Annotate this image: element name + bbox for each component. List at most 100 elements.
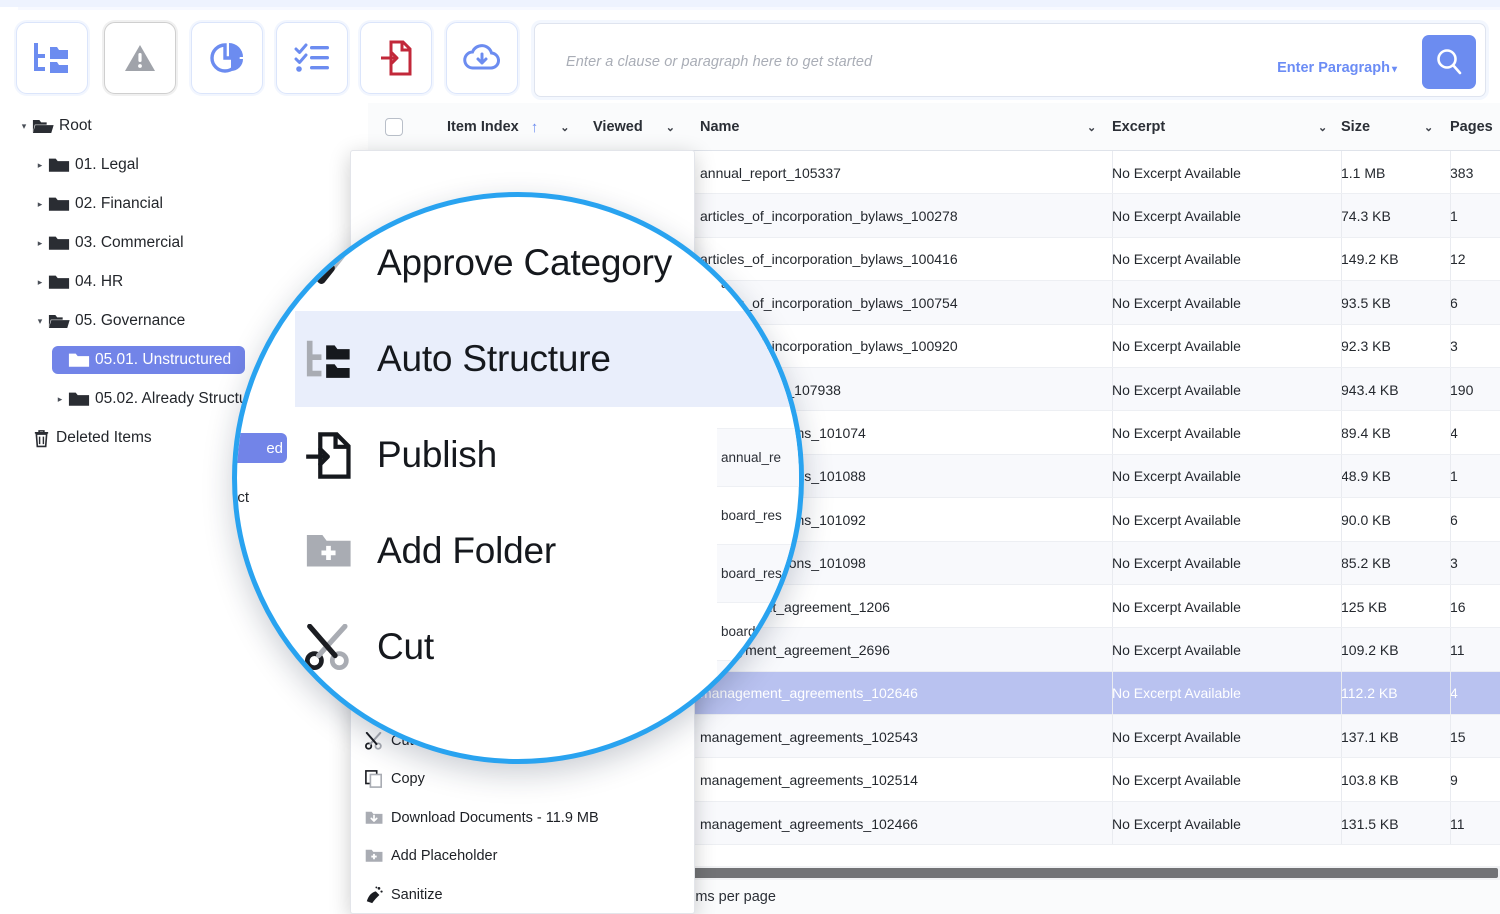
- cell-name: annual_report_105337: [700, 151, 841, 194]
- sidebar-item-root[interactable]: ▾ Root: [16, 112, 92, 140]
- cell-size: 109.2 KB: [1341, 628, 1399, 671]
- magnified-table-row-partial: employmen: [717, 719, 804, 764]
- toolbar-publish-button[interactable]: [360, 22, 432, 94]
- publish-icon: [380, 40, 412, 76]
- context-menu-item-copy[interactable]: Copy: [351, 760, 694, 799]
- column-label: Size: [1341, 119, 1370, 135]
- magnified-menu-item-cut[interactable]: Cut: [295, 599, 804, 695]
- cell-excerpt: No Excerpt Available: [1112, 802, 1241, 845]
- magnified-menu-item-assign-category[interactable]: Assign Category: [295, 197, 804, 215]
- search-input[interactable]: Enter a clause or paragraph here to get …: [566, 54, 872, 70]
- sidebar-item-03-commercial[interactable]: ▸03. Commercial: [32, 229, 184, 257]
- column-header-name[interactable]: Name: [700, 103, 740, 151]
- column-header-size[interactable]: Size: [1341, 103, 1370, 151]
- cell-size: 125 KB: [1341, 585, 1387, 628]
- folder-icon: [48, 234, 70, 252]
- context-menu-item-label: Download Documents - 11.9 MB: [391, 810, 599, 826]
- column-header-excerpt[interactable]: Excerpt: [1112, 103, 1165, 151]
- magnified-menu-item-label: Cut: [377, 626, 434, 668]
- sidebar-item-04-hr[interactable]: ▸ 04. HR: [32, 268, 123, 296]
- search-submit-button[interactable]: [1422, 35, 1476, 89]
- chevron-right-icon[interactable]: ▸: [32, 161, 48, 170]
- folder-white-icon: [68, 351, 90, 369]
- sidebar-item-label: 04. HR: [75, 273, 123, 291]
- chevron-right-icon[interactable]: ▸: [32, 239, 48, 248]
- column-header-item-index[interactable]: Item Index ↑ ⌄: [447, 103, 569, 151]
- column-label: Excerpt: [1112, 119, 1165, 135]
- check-icon: [305, 240, 377, 287]
- folder-icon: [68, 390, 90, 408]
- context-menu-item-download-documents-11-9-mb[interactable]: Download Documents - 11.9 MB: [351, 799, 694, 838]
- publish-icon: [305, 432, 377, 479]
- column-header-excerpt-caret[interactable]: ⌄: [1318, 103, 1327, 151]
- cell-pages: 1: [1450, 194, 1458, 237]
- cell-size: 1.1 MB: [1341, 151, 1385, 194]
- chevron-down-icon[interactable]: ▾: [16, 122, 32, 131]
- magnifier-content: ed uct articles_articles_articles_articl…: [237, 197, 804, 764]
- select-all-checkbox[interactable]: [385, 118, 403, 136]
- chevron-down-icon[interactable]: ⌄: [1087, 121, 1096, 134]
- magnified-menu-item-label: Publish: [377, 434, 497, 476]
- chevron-down-icon[interactable]: ⌄: [1318, 121, 1327, 134]
- chevron-down-icon[interactable]: ⌄: [560, 121, 569, 134]
- toolbar-download-button[interactable]: [446, 22, 518, 94]
- cell-pages: 6: [1450, 281, 1458, 324]
- search-bar[interactable]: Enter a clause or paragraph here to get …: [534, 23, 1486, 97]
- chevron-down-icon[interactable]: ⌄: [1424, 121, 1433, 134]
- cell-pages: 15: [1450, 715, 1466, 758]
- cell-excerpt: No Excerpt Available: [1112, 281, 1241, 324]
- column-header-viewed[interactable]: Viewed ⌄: [593, 103, 675, 151]
- toolbar-auto-structure-button[interactable]: [16, 22, 88, 94]
- chevron-down-icon[interactable]: ▾: [32, 317, 48, 326]
- context-menu-item-sanitize[interactable]: Sanitize: [351, 876, 694, 914]
- sanitize-icon: [365, 886, 391, 904]
- toolbar-warning-button[interactable]: [104, 22, 176, 94]
- column-label: Name: [700, 119, 740, 135]
- pie-chart-icon: [209, 41, 245, 75]
- chevron-right-icon[interactable]: ▸: [52, 395, 68, 404]
- magnified-menu-item-add-folder[interactable]: Add Folder: [295, 503, 804, 599]
- magnified-tree-item-partial: uct: [237, 489, 249, 506]
- magnified-tree-selected-item: ed: [237, 433, 287, 463]
- cell-size: 90.0 KB: [1341, 498, 1391, 541]
- folder-plus-icon: [305, 528, 377, 575]
- magnifier-lens: ed uct articles_articles_articles_articl…: [232, 192, 804, 764]
- magnified-menu-item-approve-category[interactable]: Approve Category: [295, 215, 804, 311]
- column-header-size-caret[interactable]: ⌄: [1424, 103, 1433, 151]
- search-mode-dropdown[interactable]: Enter Paragraph▾: [1277, 60, 1397, 76]
- magnified-menu-item-auto-structure[interactable]: Auto Structure: [295, 311, 804, 407]
- cell-size: 943.4 KB: [1341, 368, 1399, 411]
- sidebar-item-label: Root: [59, 117, 92, 135]
- folder-icon: [48, 273, 70, 291]
- cell-excerpt: No Excerpt Available: [1112, 194, 1241, 237]
- search-icon: [1434, 47, 1464, 77]
- toolbar-analytics-button[interactable]: [191, 22, 263, 94]
- sidebar-item-05-governance[interactable]: ▾05. Governance: [32, 307, 185, 335]
- cell-size: 93.5 KB: [1341, 281, 1391, 324]
- context-menu-item-add-placeholder[interactable]: Add Placeholder: [351, 837, 694, 876]
- sidebar-item-05-01-unstructured[interactable]: 05.01. Unstructured: [52, 346, 245, 374]
- cell-excerpt: No Excerpt Available: [1112, 628, 1241, 671]
- sidebar-item-deleted-items[interactable]: Deleted Items: [16, 424, 152, 452]
- cell-size: 89.4 KB: [1341, 411, 1391, 454]
- sidebar-item-label: 05.01. Unstructured: [95, 351, 231, 369]
- checklist-icon: [294, 43, 330, 73]
- toolbar-checklist-button[interactable]: [276, 22, 348, 94]
- cell-pages: 1: [1450, 455, 1458, 498]
- sidebar-item-01-legal[interactable]: ▸01. Legal: [32, 151, 139, 179]
- sidebar-item-02-financial[interactable]: ▸02. Financial: [32, 190, 163, 218]
- cell-excerpt: No Excerpt Available: [1112, 411, 1241, 454]
- magnified-menu-item-publish[interactable]: Publish: [295, 407, 804, 503]
- cloud-download-icon: [462, 42, 502, 74]
- folder-icon: [48, 195, 70, 213]
- sort-asc-icon[interactable]: ↑: [531, 119, 539, 136]
- top-accent-band: [0, 0, 1500, 7]
- cell-pages: 11: [1450, 628, 1465, 671]
- chevron-right-icon[interactable]: ▸: [32, 200, 48, 209]
- cell-pages: 11: [1450, 802, 1465, 845]
- chevron-down-icon[interactable]: ⌄: [666, 121, 675, 134]
- magnified-context-menu: Assign CategoryApprove CategoryAuto Stru…: [295, 197, 804, 695]
- column-header-name-caret[interactable]: ⌄: [1087, 103, 1096, 151]
- chevron-right-icon[interactable]: ▸: [32, 278, 48, 287]
- column-header-pages[interactable]: Pages: [1450, 103, 1493, 151]
